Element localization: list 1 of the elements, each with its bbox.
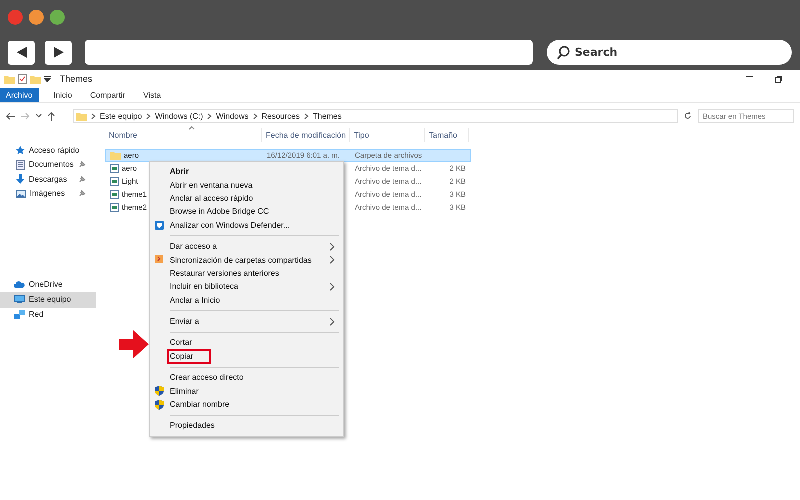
window-title: Themes xyxy=(60,74,93,84)
